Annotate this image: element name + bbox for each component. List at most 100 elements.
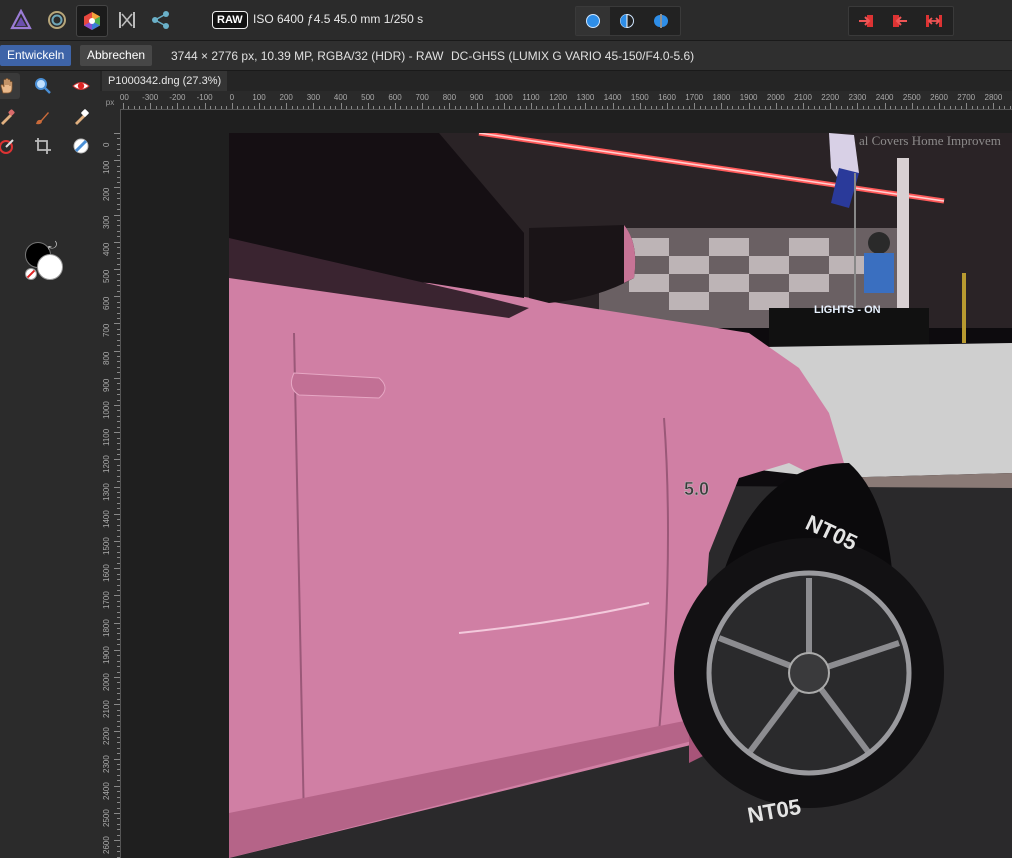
view-tool-hand-icon[interactable]: [0, 73, 20, 99]
ruler-tick: [117, 742, 120, 744]
ruler-left-label: 100: [102, 160, 111, 175]
ruler-tick: [764, 106, 766, 109]
ruler-left-label: 2400: [102, 782, 111, 800]
ruler-tick: [547, 106, 549, 109]
vertical-ruler[interactable]: 0 100 200 300 400 500 600 700 800 900 1000 1100 1200…: [100, 109, 121, 858]
ruler-tick: [150, 103, 152, 109]
single-view-icon[interactable]: [576, 7, 610, 35]
arrow-left-icon[interactable]: [883, 7, 917, 35]
develop-persona-icon[interactable]: [76, 5, 108, 37]
crop-tool-icon[interactable]: [30, 133, 56, 159]
ruler-tick: [117, 230, 120, 232]
overlay-erase-tool-icon[interactable]: [68, 104, 94, 130]
arrow-both-icon[interactable]: [917, 7, 951, 35]
ruler-tick: [797, 106, 799, 109]
ruler-tick: [117, 535, 120, 537]
ruler-tick: [982, 106, 984, 109]
ruler-tick: [819, 106, 821, 109]
ruler-tick: [144, 106, 146, 109]
ruler-top-label: 800: [442, 93, 457, 102]
ruler-tick: [114, 840, 120, 842]
no-color-icon[interactable]: [25, 268, 37, 280]
arrow-right-icon[interactable]: [849, 7, 883, 35]
ruler-tick: [220, 106, 222, 109]
document-tab[interactable]: P1000342.dng (27.3%): [102, 71, 228, 91]
ruler-tick: [117, 361, 120, 363]
split-view-icon[interactable]: [610, 7, 644, 35]
ruler-tick: [117, 796, 120, 798]
ruler-tick: [672, 106, 674, 109]
ruler-top-label: 2100: [794, 93, 812, 102]
photo-persona-icon[interactable]: [6, 5, 36, 35]
ruler-tick: [114, 405, 120, 406]
liquify-persona-icon[interactable]: [42, 5, 72, 35]
ruler-tick: [114, 214, 120, 216]
develop-button[interactable]: Entwickeln: [0, 45, 72, 66]
ruler-top-label: 1300: [576, 93, 595, 102]
blemish-removal-tool-icon[interactable]: [68, 133, 94, 159]
ruler-tick: [846, 106, 848, 109]
ruler-top-label: 100: [252, 93, 266, 102]
ruler-tick: [286, 103, 288, 109]
ruler-tick: [117, 388, 120, 390]
ruler-tick: [487, 106, 489, 109]
tone-mapping-persona-icon[interactable]: [112, 5, 142, 35]
ruler-tick: [710, 106, 712, 109]
ruler-tick: [476, 103, 478, 109]
ruler-tick: [155, 106, 157, 109]
ruler-tick: [117, 845, 120, 847]
red-eye-tool-icon[interactable]: [68, 73, 94, 99]
secondary-color-swatch[interactable]: [37, 254, 63, 280]
ruler-tick: [117, 660, 120, 662]
ruler-tick: [558, 103, 560, 109]
ruler-tick: [694, 103, 696, 109]
ruler-tick: [231, 103, 233, 109]
ruler-tick: [922, 106, 924, 109]
zoom-tool-icon[interactable]: [30, 73, 56, 99]
ruler-tick: [117, 720, 120, 722]
ruler-tick: [117, 655, 120, 657]
ruler-tick: [114, 568, 120, 570]
ruler-tick: [117, 769, 120, 771]
ruler-tick: [117, 834, 120, 836]
ruler-tick: [291, 106, 293, 109]
ruler-top-label: 2200: [821, 93, 840, 102]
ruler-left-label: 300: [102, 215, 111, 229]
ruler-tick: [862, 106, 864, 109]
top-toolbar: RAW ISO 6400 ƒ4.5 45.0 mm 1/250 s: [0, 0, 1012, 41]
mirror-view-icon[interactable]: [644, 7, 678, 35]
ruler-left-label: 200: [102, 188, 111, 202]
swap-colors-icon[interactable]: ⤾: [48, 240, 57, 253]
cancel-button[interactable]: Abbrechen: [80, 45, 153, 66]
ruler-tick: [563, 106, 565, 109]
ruler-tick: [114, 758, 120, 760]
overlay-gradient-tool-icon[interactable]: [0, 133, 20, 159]
ruler-tick: [123, 103, 124, 109]
ruler-tick: [117, 437, 120, 439]
ruler-tick: [318, 106, 320, 109]
compare-navigation-group: [848, 6, 954, 36]
ruler-tick: [928, 106, 930, 109]
ruler-tick: [117, 203, 120, 205]
ruler-tick: [405, 106, 407, 109]
horizontal-ruler[interactable]: -00 -300 -200 -100 0 100 200 300 400 500 600 700 800…: [120, 91, 1012, 110]
ruler-tick: [351, 106, 353, 109]
ruler-tick: [373, 106, 375, 109]
ruler-tick: [302, 106, 304, 109]
ruler-tick: [824, 106, 826, 109]
export-persona-icon[interactable]: [146, 5, 176, 35]
ruler-tick: [721, 103, 723, 109]
ruler-top-label: 500: [361, 93, 375, 102]
ruler-tick: [536, 106, 538, 109]
ruler-tick: [813, 106, 815, 109]
car-badge: 5.0: [684, 479, 709, 499]
ruler-tick: [237, 106, 239, 109]
white-balance-tool-icon[interactable]: [0, 104, 20, 130]
ruler-tick: [117, 236, 120, 238]
canvas-area[interactable]: al Covers Home Improvem LIGHTS - ON 5.0 …: [121, 110, 1012, 858]
ruler-tick: [378, 106, 380, 109]
ruler-top-label: 600: [388, 93, 402, 102]
overlay-brush-tool-icon[interactable]: [30, 104, 56, 130]
ruler-tick: [993, 103, 995, 109]
ruler-tick: [590, 106, 592, 109]
